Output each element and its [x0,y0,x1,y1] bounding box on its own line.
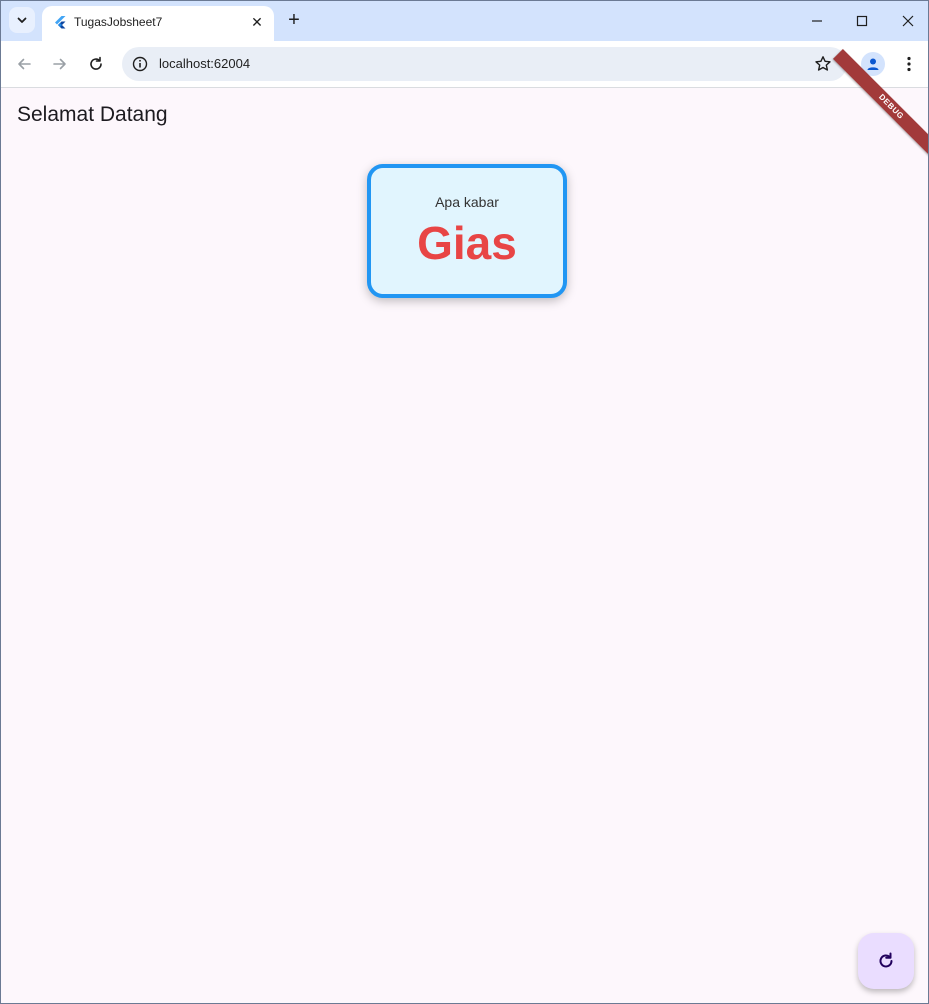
name-text: Gias [417,217,517,269]
more-vert-icon [907,56,911,72]
flutter-icon [55,16,66,29]
reload-icon [90,56,102,70]
new-tab-button[interactable]: + [283,9,305,31]
app-page: Selamat Datang DEBUG Apa kabar Gias [1,49,928,1003]
browser-window: TugasJobsheet7 ✕ + localhost:62004 Selam… [0,0,929,1004]
reload-button[interactable] [84,52,108,76]
maximize-button[interactable] [847,9,877,33]
close-window-button[interactable] [893,9,923,33]
back-button[interactable] [12,52,36,76]
chevron-down-icon [17,17,27,23]
tab-title: TugasJobsheet7 [74,15,163,29]
site-info-icon[interactable] [130,54,150,74]
greeting-text: Apa kabar [435,194,499,210]
arrow-right-icon [53,58,66,70]
tab-active[interactable]: TugasJobsheet7 ✕ [42,6,274,41]
close-icon [902,15,914,27]
browser-menu-button[interactable] [898,52,920,76]
forward-button[interactable] [48,52,72,76]
greeting-card: Apa kabar Gias [367,164,567,298]
refresh-icon [879,952,893,968]
tab-strip: TugasJobsheet7 ✕ + [1,1,928,41]
tab-close-icon[interactable]: ✕ [248,13,266,31]
address-bar[interactable]: localhost:62004 [122,47,847,81]
browser-toolbar: localhost:62004 [1,41,928,88]
arrow-left-icon [18,58,31,70]
minimize-button[interactable] [802,9,832,33]
url-text[interactable]: localhost:62004 [159,56,250,71]
refresh-button[interactable] [858,933,914,989]
bookmark-star-icon[interactable] [813,54,833,74]
minimize-icon [812,20,822,22]
person-icon [867,58,879,70]
page-title: Selamat Datang [17,103,168,126]
maximize-icon [856,15,868,27]
tab-search-button[interactable] [9,7,35,33]
